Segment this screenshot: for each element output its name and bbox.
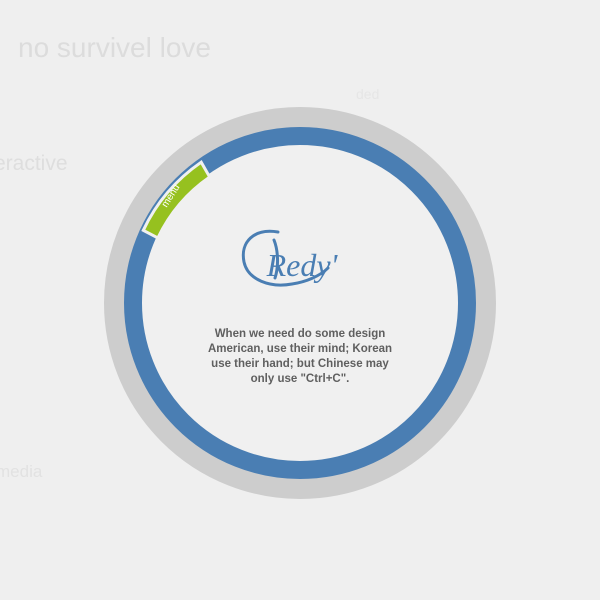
- redy-signature-logo: Redy': [234, 222, 370, 298]
- logo-text: Redy': [266, 247, 339, 283]
- circular-menu: [0, 0, 600, 600]
- description-text: When we need do some design American, us…: [207, 328, 393, 385]
- logo-graphic: Redy': [241, 229, 339, 287]
- circular-menu-graphic: [104, 107, 496, 499]
